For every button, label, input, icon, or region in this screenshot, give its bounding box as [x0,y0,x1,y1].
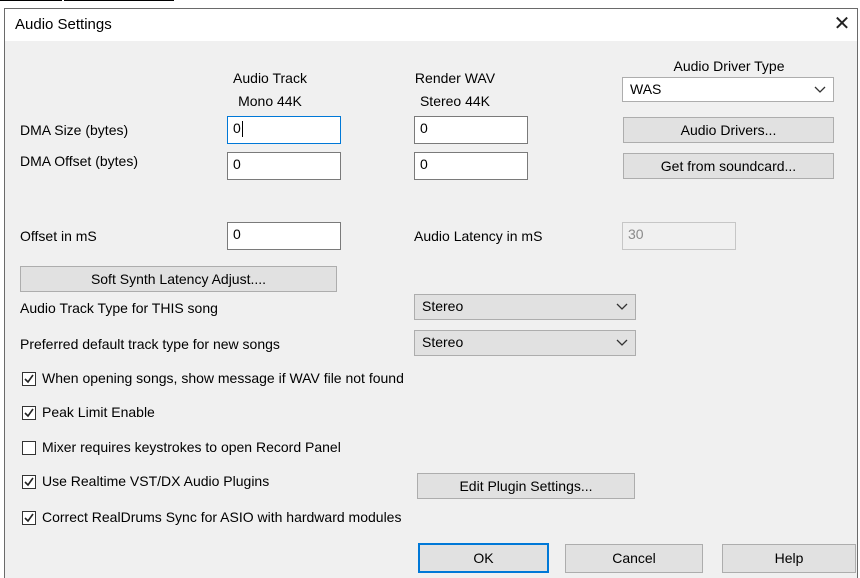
track-type-this-select[interactable]: Stereo [414,294,636,320]
chevron-down-icon [616,303,628,310]
dma-offset-audio-value: 0 [233,156,241,172]
audio-track-header: Audio Track [233,70,307,86]
offset-ms-input[interactable]: 0 [227,222,341,250]
checkbox-wav-not-found[interactable] [22,372,36,386]
checkbox-mixer-keystrokes[interactable] [22,441,36,455]
close-icon[interactable]: ✕ [829,11,855,37]
render-wav-subheader: Stereo 44K [419,93,491,109]
audio-latency-input: 30 [622,222,736,250]
track-type-default-select[interactable]: Stereo [414,330,636,356]
checkbox-realtime-plugins[interactable] [22,475,36,489]
render-wav-header: Render WAV [414,70,496,86]
checkmark-icon [24,477,34,487]
audio-drivers-button[interactable]: Audio Drivers... [623,117,834,143]
offset-ms-label: Offset in mS [20,228,97,244]
dma-offset-label: DMA Offset (bytes) [20,153,138,169]
dma-size-render-input[interactable]: 0 [414,116,528,144]
checkbox-realdrums-sync[interactable] [22,511,36,525]
chevron-down-icon [616,339,628,346]
chevron-down-icon [814,86,826,93]
offset-ms-value: 0 [233,226,241,242]
track-type-this-label: Audio Track Type for THIS song [20,300,218,316]
track-type-default-label: Preferred default track type for new son… [20,336,280,352]
checkbox-realdrums-sync-label: Correct RealDrums Sync for ASIO with har… [42,509,402,525]
checkbox-realtime-plugins-label: Use Realtime VST/DX Audio Plugins [42,473,270,489]
track-type-this-value: Stereo [422,298,464,314]
driver-type-label: Audio Driver Type [673,58,785,74]
checkmark-icon [24,408,34,418]
dma-size-render-value: 0 [420,120,428,136]
checkbox-peak-limit[interactable] [22,406,36,420]
audio-latency-value: 30 [628,226,644,242]
soft-synth-latency-button[interactable]: Soft Synth Latency Adjust.... [20,266,337,292]
help-button[interactable]: Help [722,544,856,573]
dma-size-audio-input[interactable]: 0 [227,116,341,144]
audio-track-subheader: Mono 44K [238,93,302,109]
dma-size-audio-value: 0 [233,120,241,136]
dma-offset-render-value: 0 [420,156,428,172]
audio-latency-label: Audio Latency in mS [414,228,543,244]
dma-size-label: DMA Size (bytes) [20,122,129,138]
dma-offset-render-input[interactable]: 0 [414,152,528,180]
driver-type-select[interactable]: WAS [622,77,834,102]
checkbox-mixer-keystrokes-label: Mixer requires keystrokes to open Record… [42,439,341,455]
dialog-title: Audio Settings [15,16,112,33]
checkbox-peak-limit-label: Peak Limit Enable [42,404,155,420]
top-strip [0,0,860,8]
get-from-soundcard-button[interactable]: Get from soundcard... [623,153,834,179]
top-line-segment [64,0,174,1]
checkmark-icon [24,513,34,523]
text-caret [241,121,243,138]
ok-button[interactable]: OK [418,543,549,573]
edit-plugin-settings-button[interactable]: Edit Plugin Settings... [417,473,635,499]
cancel-button[interactable]: Cancel [565,544,703,573]
dma-offset-audio-input[interactable]: 0 [227,152,341,180]
checkbox-wav-not-found-label: When opening songs, show message if WAV … [42,370,404,386]
top-line-segment [0,0,62,1]
checkmark-icon [24,374,34,384]
driver-type-value: WAS [630,81,662,97]
title-bar: Audio Settings ✕ [5,9,857,41]
track-type-default-value: Stereo [422,334,464,350]
